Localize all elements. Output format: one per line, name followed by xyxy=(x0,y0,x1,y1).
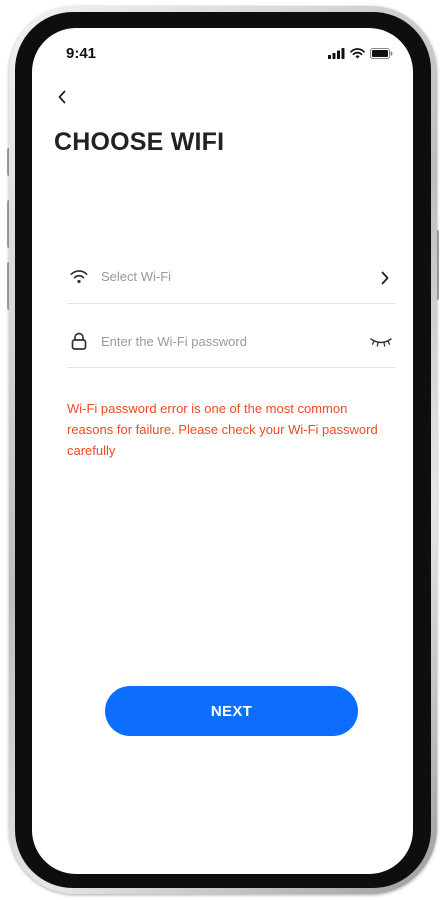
chevron-right-icon xyxy=(375,268,395,288)
status-icons xyxy=(328,46,393,64)
password-field[interactable] xyxy=(67,318,395,368)
page-title: CHOOSE WIFI xyxy=(54,128,225,156)
status-time: 9:41 xyxy=(66,45,97,62)
back-button[interactable] xyxy=(52,88,72,110)
wifi-select-placeholder: Select Wi-Fi xyxy=(101,269,172,284)
error-message: Wi-Fi password error is one of the most … xyxy=(67,401,378,458)
signal-icon xyxy=(328,46,345,64)
lock-icon xyxy=(69,332,89,350)
eye-closed-icon[interactable] xyxy=(367,332,395,352)
next-button[interactable]: NEXT xyxy=(105,686,358,736)
wifi-select-field[interactable]: Select Wi-Fi xyxy=(67,254,395,304)
chevron-left-icon xyxy=(57,90,67,109)
app-screen: 9:41 CHOOSE WIFI Select Wi-Fi Wi-Fi pass… xyxy=(32,28,413,874)
wifi-icon xyxy=(69,268,89,286)
password-input[interactable] xyxy=(101,329,351,353)
wifi-icon xyxy=(350,46,365,64)
battery-icon xyxy=(370,46,393,64)
phone-mockup: 9:41 CHOOSE WIFI Select Wi-Fi Wi-Fi pass… xyxy=(0,0,445,900)
